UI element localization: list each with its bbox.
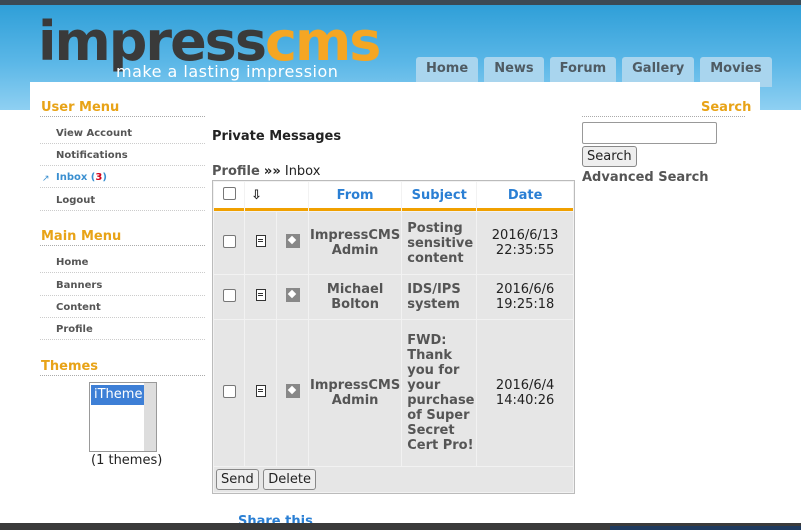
message-date: 2016/6/13 22:35:55 bbox=[477, 212, 573, 274]
document-icon bbox=[255, 235, 266, 247]
divider bbox=[40, 187, 205, 188]
doc-cell bbox=[245, 212, 276, 274]
breadcrumb-separator: »» bbox=[263, 164, 281, 179]
select-all-cell bbox=[214, 182, 244, 211]
themes-count: (1 themes) bbox=[91, 453, 163, 468]
divider bbox=[40, 339, 205, 340]
doc-cell bbox=[245, 275, 276, 319]
message-subject[interactable]: IDS/IPS system bbox=[402, 275, 477, 319]
document-icon bbox=[255, 289, 266, 301]
message-subject[interactable]: Posting sensitive content bbox=[402, 212, 477, 274]
menu-item-view-account[interactable]: View Account bbox=[56, 128, 132, 139]
message-subject[interactable]: FWD: Thank you for your purchase of Supe… bbox=[402, 320, 477, 466]
message-from[interactable]: ImpressCMS Admin bbox=[309, 212, 402, 274]
col-subject[interactable]: Subject bbox=[402, 182, 477, 211]
read-status-icon bbox=[285, 234, 300, 248]
divider bbox=[40, 375, 205, 376]
page-margin-left bbox=[0, 110, 30, 530]
tagline: make a lasting impression bbox=[116, 62, 339, 81]
search-title: Search bbox=[701, 100, 752, 115]
divider bbox=[40, 143, 205, 144]
divider bbox=[40, 245, 205, 246]
theme-option-itheme[interactable]: iTheme bbox=[91, 385, 145, 405]
arrow-icon: ↗ bbox=[42, 174, 50, 184]
divider bbox=[40, 317, 205, 318]
advanced-search-link[interactable]: Advanced Search bbox=[582, 170, 709, 185]
taskbar-segment bbox=[610, 526, 801, 530]
breadcrumb-current: Inbox bbox=[284, 164, 321, 179]
breadcrumb-profile[interactable]: Profile bbox=[212, 164, 260, 179]
select-all-checkbox[interactable] bbox=[222, 186, 236, 200]
divider bbox=[40, 116, 205, 117]
row-checkbox-cell bbox=[214, 320, 244, 466]
message-date: 2016/6/6 19:25:18 bbox=[477, 275, 573, 319]
action-cell: Send Delete bbox=[214, 467, 573, 492]
main-menu-title: Main Menu bbox=[41, 229, 122, 244]
divider bbox=[40, 165, 205, 166]
page-title: Private Messages bbox=[212, 129, 342, 144]
delete-button[interactable]: Delete bbox=[263, 469, 316, 490]
inbox-label: Inbox bbox=[56, 172, 88, 183]
breadcrumb: Profile »» Inbox bbox=[212, 164, 320, 179]
menu-item-notifications[interactable]: Notifications bbox=[56, 150, 128, 161]
message-from[interactable]: Michael Bolton bbox=[309, 275, 402, 319]
menu-item-logout[interactable]: Logout bbox=[56, 195, 95, 206]
theme-select[interactable]: iTheme bbox=[89, 382, 157, 452]
table-row[interactable]: ImpressCMS Admin FWD: Thank you for your… bbox=[214, 320, 573, 466]
theme-select-scrollbar[interactable] bbox=[144, 383, 156, 451]
menu-item-inbox[interactable]: Inbox (3) bbox=[56, 172, 107, 183]
table-row[interactable]: Michael Bolton IDS/IPS system 2016/6/6 1… bbox=[214, 275, 573, 319]
col-from[interactable]: From bbox=[309, 182, 402, 211]
row-checkbox[interactable] bbox=[222, 234, 236, 248]
divider bbox=[40, 295, 205, 296]
divider bbox=[582, 116, 745, 117]
doc-cell bbox=[245, 320, 276, 466]
status-cell bbox=[277, 212, 308, 274]
search-button[interactable]: Search bbox=[582, 146, 637, 167]
divider bbox=[40, 272, 205, 273]
status-cell bbox=[277, 320, 308, 466]
divider bbox=[40, 210, 205, 211]
user-menu-title: User Menu bbox=[41, 100, 120, 115]
sort-down-icon[interactable]: ⇩ bbox=[251, 188, 262, 203]
site-logo[interactable]: impresscms bbox=[38, 15, 381, 69]
menu-item-profile[interactable]: Profile bbox=[56, 324, 93, 335]
inbox-count: 3 bbox=[95, 172, 103, 183]
table-row[interactable]: ImpressCMS Admin Posting sensitive conte… bbox=[214, 212, 573, 274]
row-checkbox-cell bbox=[214, 212, 244, 274]
col-date[interactable]: Date bbox=[477, 182, 573, 211]
send-button[interactable]: Send bbox=[216, 469, 259, 490]
table-header-row: ⇩ From Subject Date bbox=[214, 182, 573, 211]
row-checkbox-cell bbox=[214, 275, 244, 319]
search-input[interactable] bbox=[582, 122, 717, 144]
menu-item-home[interactable]: Home bbox=[56, 257, 88, 268]
sort-cell: ⇩ bbox=[245, 182, 308, 211]
page-margin-right bbox=[760, 110, 801, 530]
status-cell bbox=[277, 275, 308, 319]
menu-item-content[interactable]: Content bbox=[56, 302, 101, 313]
menu-item-banners[interactable]: Banners bbox=[56, 280, 102, 291]
message-from[interactable]: ImpressCMS Admin bbox=[309, 320, 402, 466]
document-icon bbox=[255, 385, 266, 397]
action-row: Send Delete bbox=[214, 467, 573, 492]
messages-table: ⇩ From Subject Date ImpressCMS Admin Pos… bbox=[212, 180, 575, 494]
read-status-icon bbox=[285, 384, 300, 398]
message-date: 2016/6/4 14:40:26 bbox=[477, 320, 573, 466]
row-checkbox[interactable] bbox=[222, 288, 236, 302]
themes-title: Themes bbox=[41, 359, 99, 374]
row-checkbox[interactable] bbox=[222, 384, 236, 398]
read-status-icon bbox=[285, 288, 300, 302]
